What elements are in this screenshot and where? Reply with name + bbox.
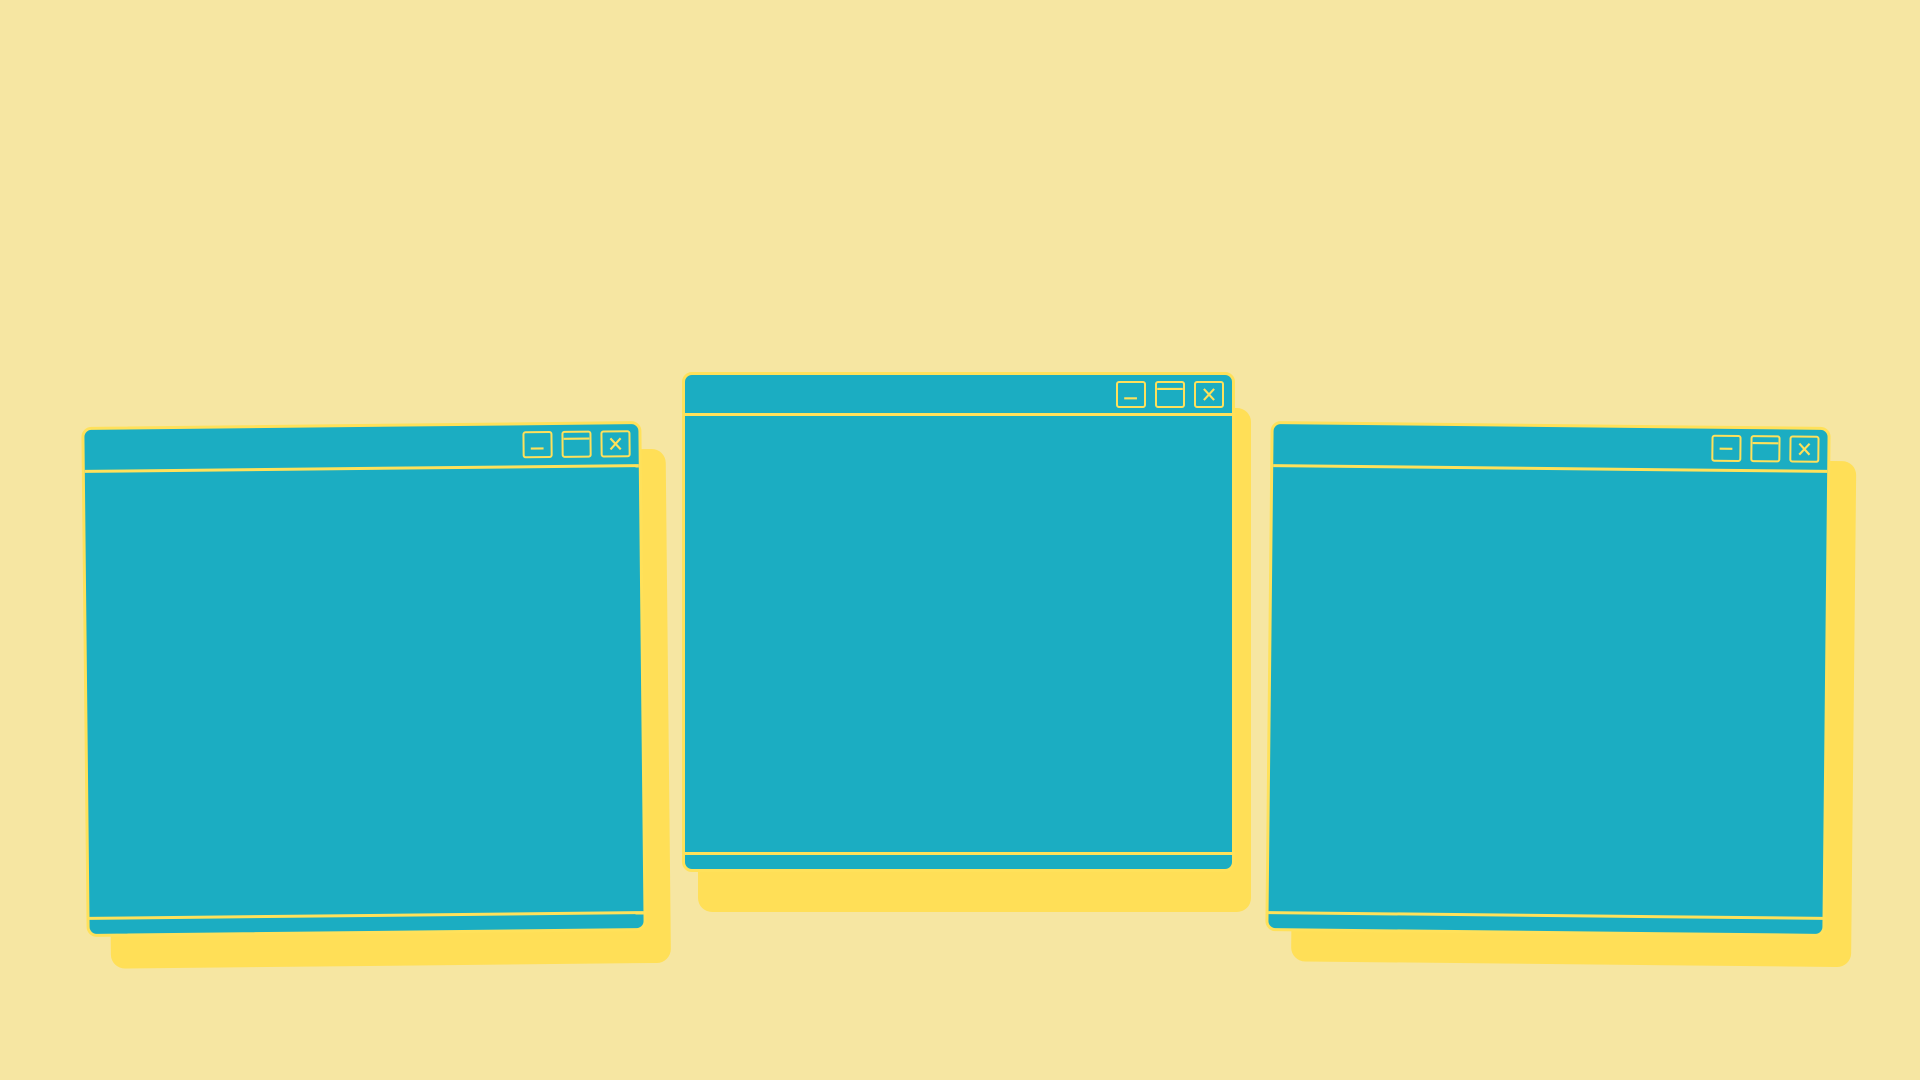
window-footer	[89, 911, 644, 934]
desktop-background	[0, 0, 1920, 1080]
window-titlebar[interactable]	[84, 424, 639, 473]
window-frame[interactable]	[1265, 421, 1831, 937]
window-left[interactable]	[81, 421, 671, 969]
minimize-icon[interactable]	[1116, 381, 1146, 408]
maximize-icon[interactable]	[561, 430, 592, 458]
minimize-icon[interactable]	[1711, 434, 1742, 463]
window-center[interactable]	[682, 372, 1251, 912]
window-controls	[1116, 381, 1224, 408]
window-titlebar[interactable]	[1273, 424, 1828, 473]
maximize-icon[interactable]	[1155, 381, 1185, 408]
window-footer	[1268, 911, 1823, 934]
close-icon[interactable]	[1194, 381, 1224, 408]
close-icon[interactable]	[600, 430, 631, 458]
window-controls	[522, 430, 631, 459]
window-frame[interactable]	[682, 372, 1235, 872]
window-frame[interactable]	[81, 421, 647, 937]
minimize-icon[interactable]	[522, 431, 553, 459]
maximize-icon[interactable]	[1750, 435, 1781, 463]
window-footer	[685, 852, 1232, 869]
window-controls	[1711, 434, 1820, 463]
window-titlebar[interactable]	[685, 375, 1232, 416]
close-icon[interactable]	[1789, 435, 1820, 463]
window-right[interactable]	[1265, 421, 1857, 968]
